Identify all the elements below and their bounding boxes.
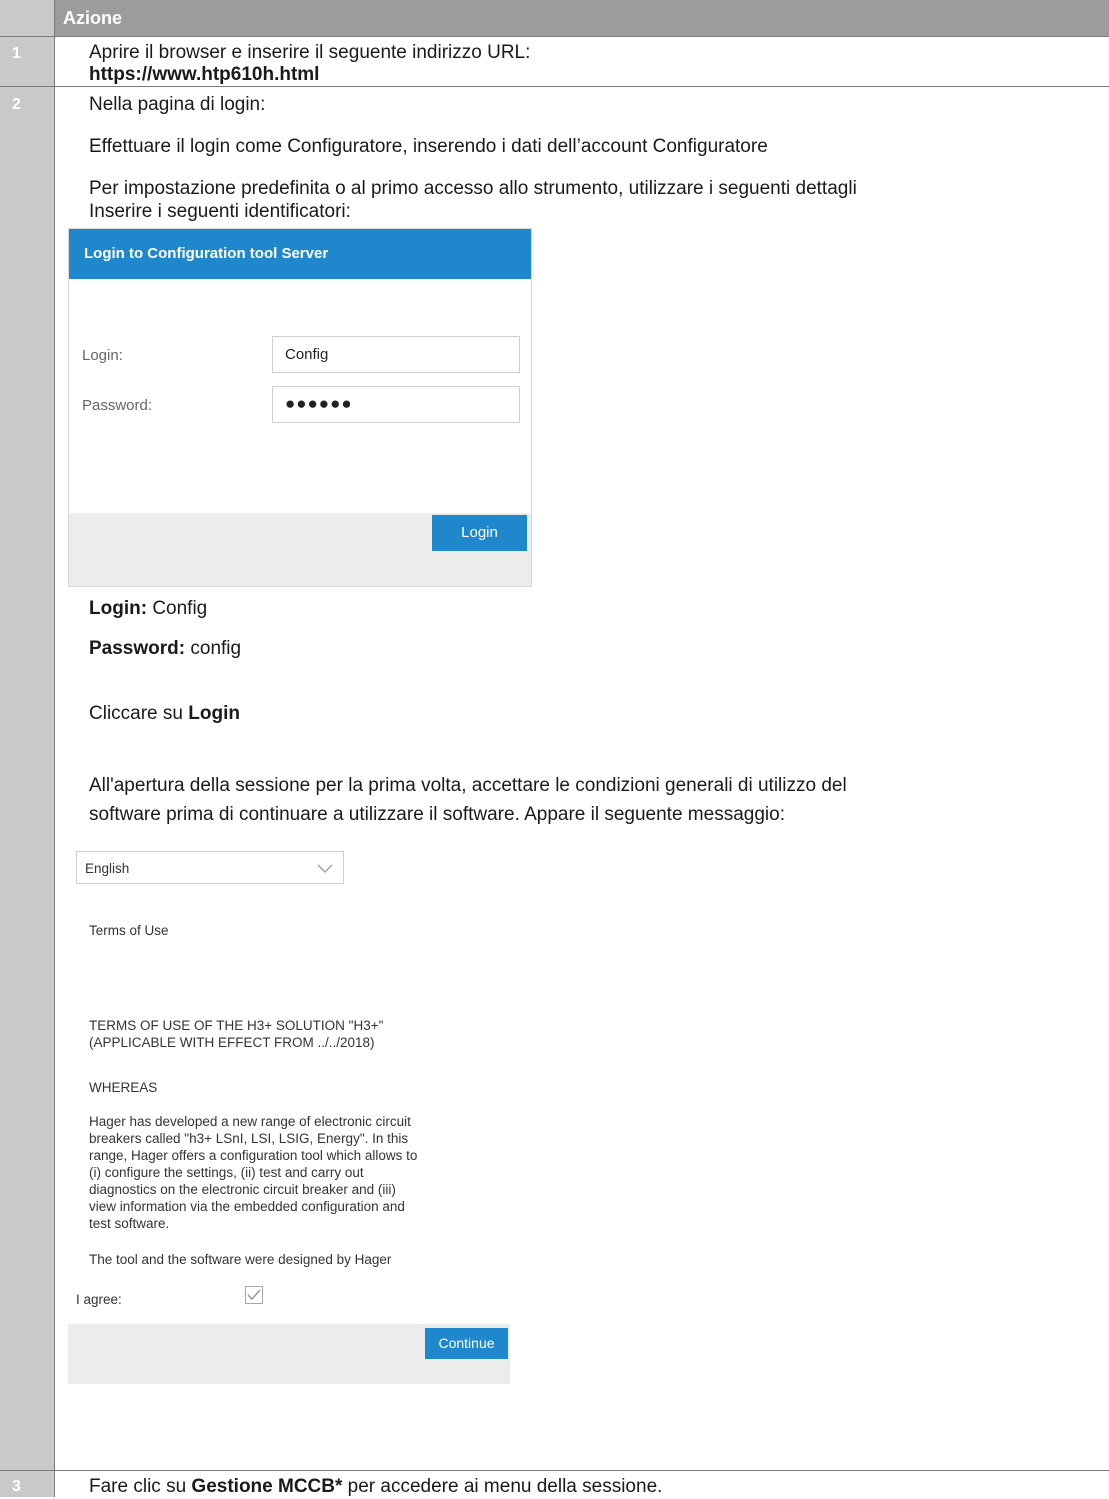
- credential-password-label: Password:: [89, 638, 186, 659]
- row-divider: [0, 36, 1109, 37]
- credential-login-value: Config: [152, 598, 208, 619]
- language-select[interactable]: English: [76, 851, 344, 884]
- credential-login: Login: Config: [89, 597, 207, 621]
- terms-paragraph-line: view information via the embedded config…: [89, 1199, 405, 1214]
- password-field-value: ●●●●●●: [285, 394, 353, 413]
- language-select-value: English: [85, 861, 130, 876]
- checkmark-icon: [245, 1286, 263, 1304]
- step2-intro: Nella pagina di login:: [89, 94, 266, 115]
- chevron-down-icon: [317, 864, 333, 873]
- terms-paragraph-line: test software.: [89, 1216, 170, 1231]
- step-number: 1: [12, 45, 21, 62]
- step2-paragraph: Effettuare il login come Configuratore, …: [89, 136, 768, 157]
- first-time-text: software prima di continuare a utilizzar…: [89, 804, 785, 825]
- click-login-instruction: Cliccare su Login: [89, 702, 240, 726]
- table-border-left: [54, 0, 55, 1497]
- table-header-title: Azione: [63, 8, 123, 28]
- terms-heading: Terms of Use: [89, 923, 169, 938]
- password-field[interactable]: ●●●●●●: [272, 386, 520, 423]
- step3-instruction: Fare clic su Gestione MCCB* per accedere…: [89, 1475, 662, 1499]
- terms-paragraph: Hager has developed a new range of elect…: [89, 1113, 417, 1232]
- login-screenshot: Login to Configuration tool Server Login…: [68, 228, 532, 587]
- step1-url: https://www.htp610h.html: [89, 64, 320, 85]
- login-field-value: Config: [285, 346, 329, 363]
- credential-login-label: Login:: [89, 598, 148, 619]
- click-target: Login: [188, 703, 240, 724]
- step2-paragraph: Inserire i seguenti identificatori:: [89, 201, 351, 222]
- step-number-column: [0, 0, 55, 1497]
- terms-paragraph-line: Hager has developed a new range of elect…: [89, 1114, 411, 1129]
- terms-designed: The tool and the software were designed …: [89, 1252, 392, 1267]
- table-header: [55, 0, 1109, 36]
- terms-title: (APPLICABLE WITH EFFECT FROM ../../2018): [89, 1035, 375, 1050]
- agree-label: I agree:: [76, 1292, 122, 1307]
- step-number: 3: [12, 1478, 21, 1495]
- agree-checkbox[interactable]: [245, 1286, 263, 1304]
- login-title: Login to Configuration tool Server: [69, 229, 531, 279]
- row-divider: [0, 1470, 1109, 1471]
- continue-button[interactable]: Continue: [425, 1328, 508, 1359]
- terms-paragraph-line: range, Hager offers a configuration tool…: [89, 1148, 418, 1163]
- step3-target: Gestione MCCB*: [191, 1476, 343, 1497]
- click-prefix: Cliccare su: [89, 703, 183, 724]
- step-number: 2: [12, 96, 21, 113]
- credential-password: Password: config: [89, 637, 241, 661]
- step3-prefix: Fare clic su: [89, 1476, 187, 1497]
- login-field[interactable]: Config: [272, 336, 520, 373]
- terms-paragraph-line: diagnostics on the electronic circuit br…: [89, 1182, 396, 1197]
- first-time-text: All'apertura della sessione per la prima…: [89, 775, 847, 796]
- terms-whereas: WHEREAS: [89, 1080, 158, 1095]
- login-label: Login:: [82, 347, 123, 364]
- step3-suffix: per accedere ai menu della sessione.: [347, 1476, 663, 1497]
- credential-password-value: config: [190, 638, 242, 659]
- terms-paragraph-line: breakers called "h3+ LSnI, LSI, LSIG, En…: [89, 1131, 409, 1146]
- step1-instruction: Aprire il browser e inserire il seguente…: [89, 42, 531, 63]
- step2-paragraph: Per impostazione predefinita o al primo …: [89, 178, 857, 199]
- terms-paragraph-line: (i) configure the settings, (ii) test an…: [89, 1165, 364, 1180]
- password-label: Password:: [82, 397, 153, 414]
- login-button[interactable]: Login: [432, 515, 527, 551]
- terms-title: TERMS OF USE OF THE H3+ SOLUTION "H3+": [89, 1018, 384, 1033]
